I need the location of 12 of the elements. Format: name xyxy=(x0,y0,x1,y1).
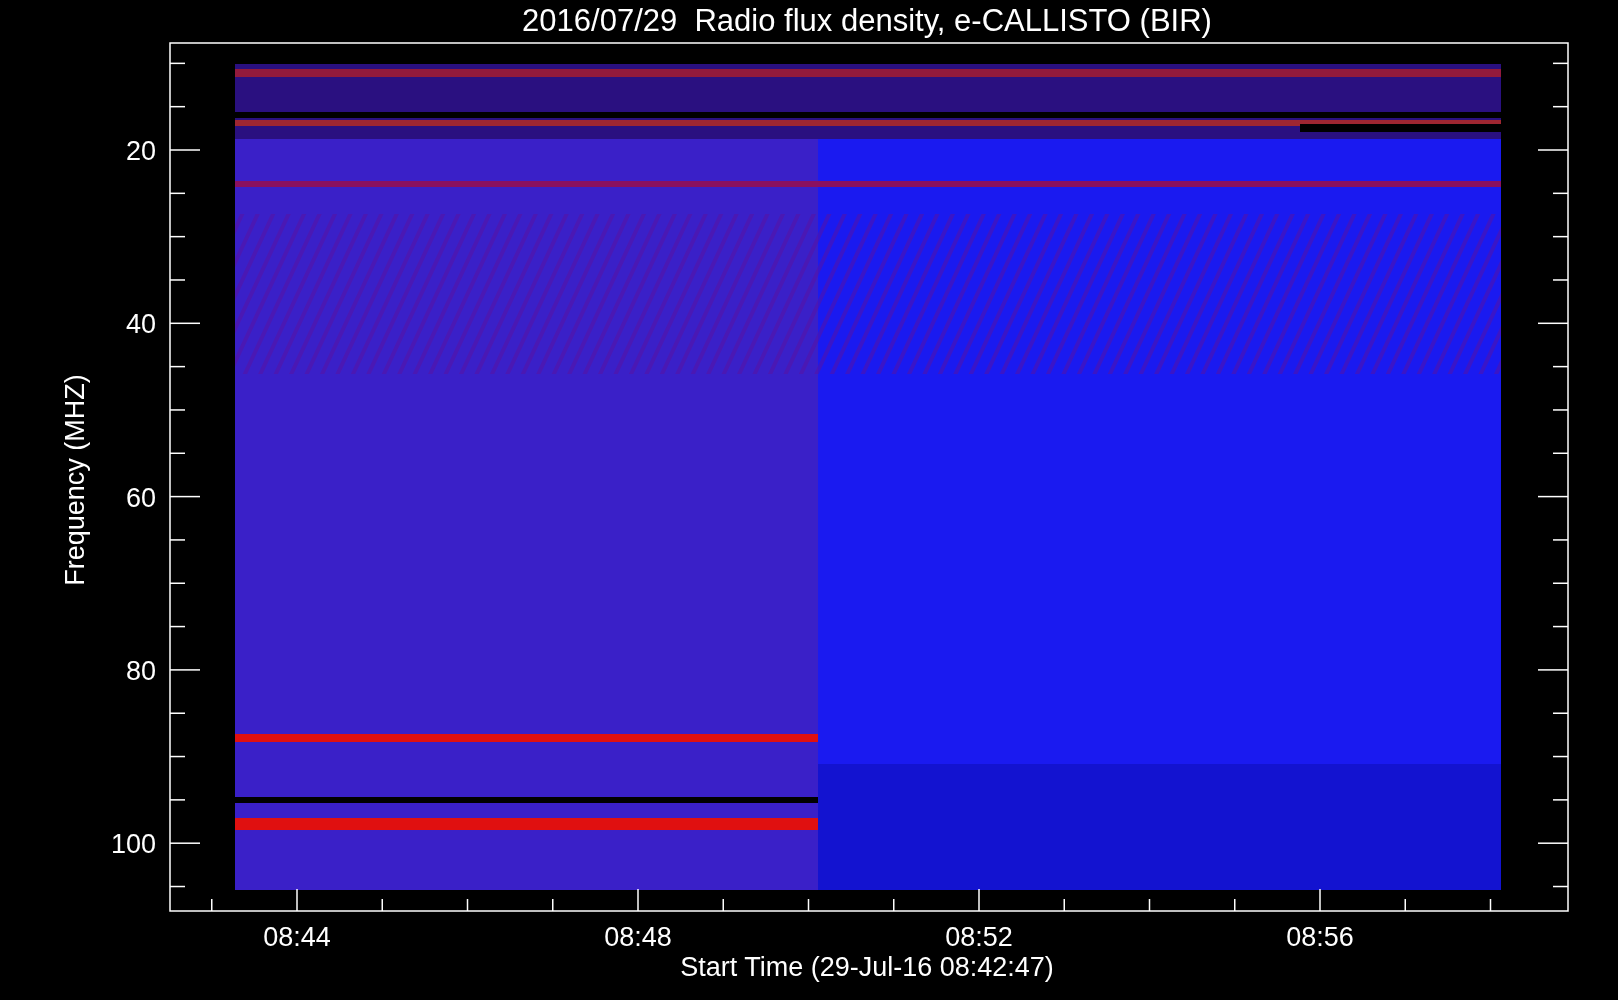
y-axis-label: Frequency (MHZ) xyxy=(60,374,90,586)
y-tick-label: 60 xyxy=(125,482,156,513)
x-axis-label: Start Time (29-Jul-16 08:42:47) xyxy=(680,952,1054,982)
y-tick-label: 80 xyxy=(125,655,156,686)
x-tick-label: 08:52 xyxy=(945,922,1013,952)
chart-title: 2016/07/29 Radio flux density, e-CALLISTO (BIR) xyxy=(522,3,1212,38)
y-tick-label: 40 xyxy=(125,309,156,340)
x-tick-label: 08:44 xyxy=(263,922,331,952)
y-tick-label: 100 xyxy=(110,829,156,860)
x-tick-label: 08:56 xyxy=(1286,922,1354,952)
y-tick-label: 20 xyxy=(125,136,156,166)
x-tick-label: 08:48 xyxy=(604,922,672,952)
